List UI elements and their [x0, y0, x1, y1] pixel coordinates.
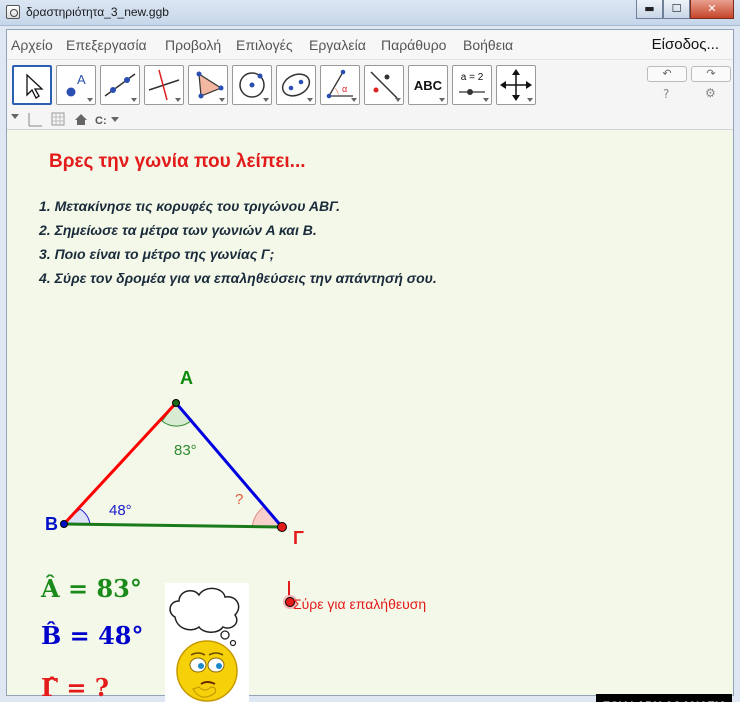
vertex-b-label: Β	[45, 514, 58, 534]
slider-label: Σύρε για επαλήθευση	[293, 596, 427, 612]
vertex-b-point[interactable]	[60, 520, 68, 528]
minimize-button[interactable]: ▬	[636, 0, 663, 19]
menu-edit[interactable]: Επεξεργασία	[66, 37, 147, 53]
dropdown-arrow-icon	[219, 98, 225, 102]
style-bar-toggle-icon	[11, 114, 19, 119]
side-bg	[63, 522, 283, 529]
toolbar: A α ABC a = 2 ↶ ↷ ? ⚙	[7, 61, 733, 107]
thinking-face-icon	[169, 587, 240, 702]
angle-g-value: ?	[235, 491, 244, 508]
menu-options[interactable]: Επιλογές	[236, 37, 293, 53]
menu-window[interactable]: Παράθυρο	[381, 37, 446, 53]
home-icon	[75, 114, 87, 125]
text-tool-icon: ABC	[413, 78, 443, 93]
dropdown-arrow-icon	[439, 98, 445, 102]
line-tool-button[interactable]	[100, 65, 140, 105]
ellipse-tool-button[interactable]	[276, 65, 316, 105]
polygon-tool-button[interactable]	[188, 65, 228, 105]
vertex-a-label: Α	[180, 368, 193, 388]
dropdown-arrow-icon	[483, 98, 489, 102]
grid-icon	[51, 112, 65, 126]
menu-tools[interactable]: Εργαλεία	[309, 37, 366, 53]
angle-a-value: 83°	[174, 442, 197, 459]
style-bar-icons: C:	[11, 112, 119, 127]
maximize-button[interactable]: ☐	[663, 0, 690, 19]
menu-file[interactable]: Αρχείο	[11, 37, 53, 53]
help-icon[interactable]: ?	[663, 87, 669, 101]
dropdown-arrow-icon	[263, 98, 269, 102]
dropdown-arrow-icon	[527, 98, 533, 102]
vertex-g-point[interactable]	[277, 522, 287, 532]
slider-tool-button[interactable]: a = 2	[452, 65, 492, 105]
point-tool-button[interactable]: A	[56, 65, 96, 105]
redo-button[interactable]: ↷	[691, 66, 731, 82]
circle-tool-button[interactable]	[232, 65, 272, 105]
dropdown-arrow-icon	[131, 98, 137, 102]
move-graphics-view-button[interactable]	[496, 65, 536, 105]
graphics-view[interactable]: Βρες την γωνία που λείπει... 1. Μετακίνη…	[7, 131, 733, 702]
move-tool-icon	[26, 73, 44, 99]
angle-b-equation: B̂ = 48°	[41, 621, 144, 650]
angle-g-equation: Γ̂ = ?	[41, 673, 109, 702]
window-controls: ▬ ☐ ✕	[636, 0, 734, 19]
dropdown-arrow-icon	[175, 98, 181, 102]
close-button[interactable]: ✕	[690, 0, 734, 19]
side-ag	[174, 402, 284, 528]
dropdown-arrow-icon	[307, 98, 313, 102]
angle-b-value: 48°	[109, 502, 132, 519]
vertex-a-point[interactable]	[172, 399, 180, 407]
svg-text:α: α	[342, 84, 347, 94]
svg-text:A: A	[77, 72, 86, 87]
window-titlebar: δραστηριότητα_3_new.ggb ▬ ☐ ✕	[0, 0, 740, 26]
vertex-g-label: Γ	[293, 528, 304, 548]
dropdown-arrow-icon	[395, 98, 401, 102]
angle-tool-button[interactable]: α	[320, 65, 360, 105]
menu-help[interactable]: Βοήθεια	[463, 37, 513, 53]
move-tool-button[interactable]	[12, 65, 52, 105]
menu-bar: Αρχείο Επεξεργασία Προβολή Επιλογές Εργα…	[7, 30, 733, 60]
geogebra-window: Αρχείο Επεξεργασία Προβολή Επιλογές Εργα…	[6, 29, 734, 702]
thinking-emoji-image	[165, 583, 249, 702]
author-credit: ΣΟΥΦΑΡΗ ΑΘΑΝΑΣΙΑ	[596, 694, 732, 702]
geogebra-app-icon	[6, 5, 20, 19]
angle-a-equation: Â = 83°	[41, 574, 142, 603]
dropdown-arrow-icon	[87, 98, 93, 102]
menu-view[interactable]: Προβολή	[165, 37, 221, 53]
dropdown-arrow-icon	[351, 98, 357, 102]
sign-in-link[interactable]: Είσοδος...	[652, 36, 719, 53]
reflect-tool-button[interactable]	[364, 65, 404, 105]
window-title: δραστηριότητα_3_new.ggb	[26, 5, 169, 19]
text-tool-button[interactable]: ABC	[408, 65, 448, 105]
perpendicular-tool-button[interactable]	[144, 65, 184, 105]
undo-button[interactable]: ↶	[647, 66, 687, 82]
settings-icon[interactable]: ⚙	[705, 86, 716, 100]
style-bar: C:	[7, 108, 733, 130]
point-capture-icon: C:	[95, 115, 107, 127]
